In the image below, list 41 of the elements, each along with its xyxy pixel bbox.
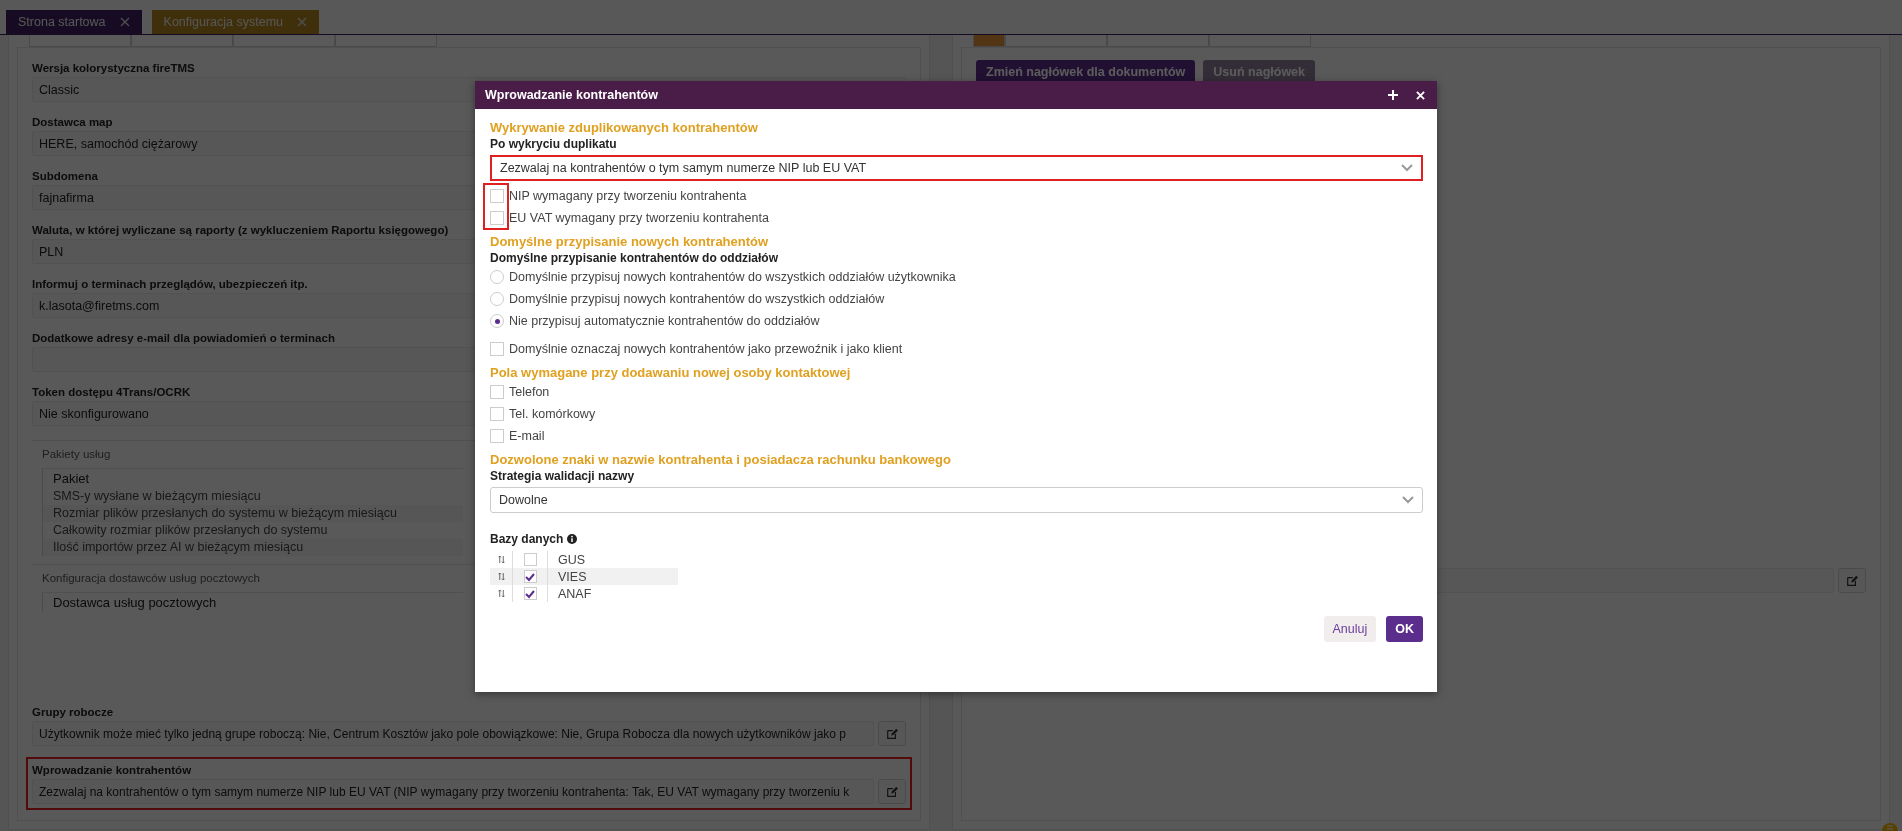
setting-label: Wprowadzanie kontrahentów <box>32 763 192 778</box>
field-label: Po wykryciu duplikatu <box>490 136 618 152</box>
table-row-text: Całkowity rozmiar plików przesłanych do systemu <box>52 522 329 539</box>
database-name: GUS <box>557 552 586 567</box>
checkbox-label: Domyślnie oznaczaj nowych kontrahentów jako przewoźnik i jako klient <box>509 342 903 356</box>
field-label: Bazy danych <box>490 531 564 547</box>
radio-label: Domyślnie przypisuj nowych kontrahentów do wszystkich oddziałów <box>509 292 885 306</box>
fieldset-legend: Konfiguracja dostawców usług pocztowych <box>42 569 260 587</box>
dropdown[interactable]: Dowolne <box>490 487 1423 513</box>
dialog-title: Wprowadzanie kontrahentów <box>485 88 659 102</box>
checkbox-label: E-mail <box>509 429 545 443</box>
field-label: Domyślne przypisanie kontrahentów do oddziałów <box>490 250 780 266</box>
checkbox-label: EU VAT wymagany przy tworzeniu kontrahenta <box>509 211 769 225</box>
checkbox-label: Tel. komórkowy <box>509 407 596 421</box>
table-row-text: SMS-y wysłane w bieżącym miesiącu <box>52 488 262 505</box>
dropdown[interactable]: Zezwalaj na kontrahentów o tym samym numerze NIP lub EU VAT <box>490 155 1423 181</box>
cancel-button[interactable]: Anuluj <box>1323 616 1377 642</box>
setting-label: Token dostępu 4Trans/OCRK <box>32 385 191 400</box>
field-label: Strategia walidacji nazwy <box>490 468 636 484</box>
setting-label: Dostawca map <box>32 115 113 130</box>
setting-label: Waluta, w której wyliczane są raporty (z wykluczeniem Raportu księgowego) <box>32 223 449 238</box>
setting-field: Zezwalaj na kontrahentów o tym samym numerze NIP lub EU VAT (NIP wymagany przy tworzeniu kontrahenta: Tak, EU VAT wymagany przy tworzeniu k <box>32 779 874 804</box>
setting-label: Grupy robocze <box>32 705 114 720</box>
setting-label: Informuj o terminach przeglądów, ubezpieczeń itp. <box>32 277 308 292</box>
radio-label: Domyślnie przypisuj nowych kontrahentów do wszystkich oddziałów użytkownika <box>509 270 956 284</box>
table-header: Pakiet <box>52 470 90 488</box>
ok-button[interactable]: OK <box>1386 616 1423 642</box>
setting-field: Użytkownik może mieć tylko jedną grupe roboczą: Nie, Centrum Kosztów jako pole obowiązkowe: Nie, Grupa Robocza dla nowych użytkowników jako p <box>32 721 874 746</box>
checkbox-label: NIP wymagany przy tworzeniu kontrahenta <box>509 189 747 203</box>
setting-label: Dodatkowe adresy e-mail dla powiadomień o terminach <box>32 331 335 346</box>
section-title: Pola wymagane przy dodawaniu nowej osoby kontaktowej <box>490 364 852 381</box>
database-name: ANAF <box>557 586 592 601</box>
database-name: VIES <box>557 569 587 584</box>
fieldset-legend: Pakiety usług <box>42 445 111 463</box>
section-title: Dozwolone znaki w nazwie kontrahenta i posiadacza rachunku bankowego <box>490 451 952 468</box>
setting-label: Subdomena <box>32 169 98 184</box>
table-header: Dostawca usług pocztowych <box>52 594 217 612</box>
database-row[interactable]: VIES <box>490 568 678 585</box>
setting-label: Wersja kolorystyczna fireTMS <box>32 61 195 76</box>
checkbox-label: Telefon <box>509 385 550 399</box>
database-row[interactable]: ANAF <box>490 585 678 602</box>
